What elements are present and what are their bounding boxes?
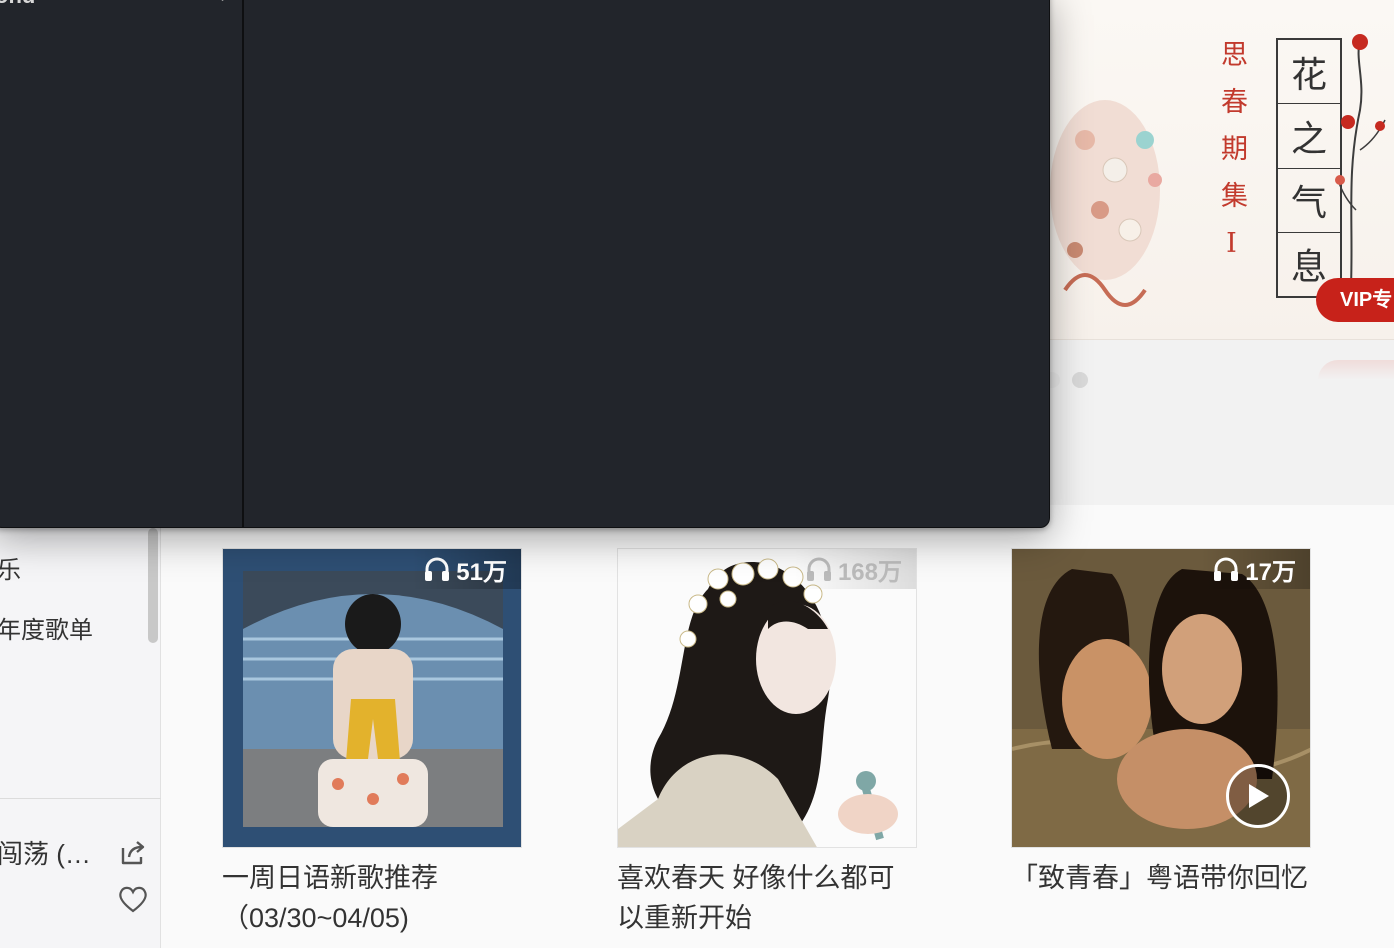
flower-decoration xyxy=(1335,34,1386,310)
play-count-value: 51万 xyxy=(456,558,507,586)
play-count: 17万 xyxy=(1201,549,1310,589)
play-count: 168万 xyxy=(793,549,916,589)
chevron-icon: › xyxy=(221,0,226,5)
heart-icon xyxy=(119,886,147,913)
banner-vertical-title: 思春期集Ⅰ xyxy=(1216,40,1247,279)
banner-pagination xyxy=(1044,372,1088,388)
headphones-icon xyxy=(1214,557,1239,581)
banner-illustration xyxy=(1050,100,1162,307)
headphones-icon xyxy=(806,557,831,581)
share-button[interactable] xyxy=(116,836,150,870)
playlist-card[interactable]: 168万 喜欢春天 好像什么都可以重新开始 xyxy=(617,548,917,938)
banner-dot-active[interactable] xyxy=(1072,372,1088,388)
play-button[interactable] xyxy=(1226,764,1290,828)
playlist-title[interactable]: 「致青春」粤语带你回忆 xyxy=(1011,858,1311,938)
play-count-value: 168万 xyxy=(837,558,902,586)
headphones-icon xyxy=(425,557,450,581)
playlist-cover[interactable]: 168万 xyxy=(617,548,917,848)
playlist-cover-image xyxy=(223,549,521,847)
sidebar-scrollbar[interactable] xyxy=(148,528,158,643)
sidebar-divider xyxy=(0,798,161,799)
dark-window-left-pane[interactable]: ond › xyxy=(0,0,244,527)
share-icon xyxy=(121,841,145,865)
banner-card[interactable]: 思春期集Ⅰ 花 之 气 息 VIP专 xyxy=(1000,0,1394,340)
playlist-card[interactable]: 51万 一周日语新歌推荐（03/30~04/05) xyxy=(222,548,522,938)
sidebar-item[interactable]: 乐 xyxy=(0,550,21,585)
banner-shadow xyxy=(1318,360,1394,380)
sidebar: 乐 年度歌单 闯荡 (… xyxy=(0,528,161,948)
now-playing-title[interactable]: 闯荡 (… xyxy=(0,834,91,871)
playlist-card[interactable]: 17万 「致青春」粤语带你回忆 xyxy=(1011,548,1311,938)
playlist-title[interactable]: 喜欢春天 好像什么都可以重新开始 xyxy=(617,858,917,938)
sidebar-item-annual-playlist[interactable]: 年度歌单 xyxy=(0,610,93,645)
play-count-value: 17万 xyxy=(1245,558,1296,586)
like-button[interactable] xyxy=(116,882,150,916)
playlist-cover-image xyxy=(618,549,916,847)
dark-window-label[interactable]: ond xyxy=(0,0,35,9)
play-count: 51万 xyxy=(412,549,521,589)
playlist-cover[interactable]: 51万 xyxy=(222,548,522,848)
playlist-cover[interactable]: 17万 xyxy=(1011,548,1311,848)
dark-overlay-window[interactable]: ond › xyxy=(0,0,1050,528)
playlist-title[interactable]: 一周日语新歌推荐（03/30~04/05) xyxy=(222,858,522,938)
play-icon xyxy=(1249,784,1269,808)
vip-badge: VIP专 xyxy=(1316,278,1394,322)
